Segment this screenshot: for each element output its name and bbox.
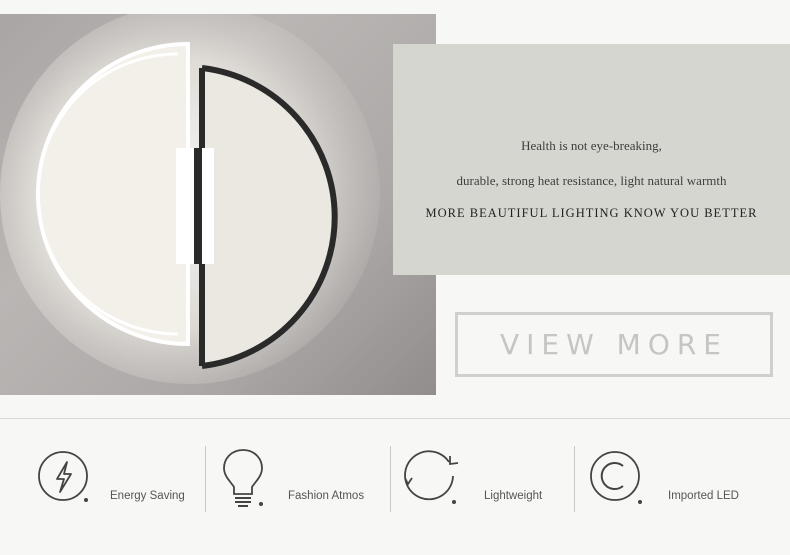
wall-lamp-image [0,14,380,384]
feature-label-imported-led: Imported LED [668,490,739,502]
feature-label-fashion: Fashion Atmos [288,490,365,502]
description-panel: Health is not eye-breaking, durable, str… [393,44,790,275]
lightbulb-icon [222,448,268,513]
description-line-1: Health is not eye-breaking, [521,138,662,153]
feature-separator [574,446,575,512]
feature-label-lightweight: Lightweight [484,490,543,502]
description-line-2: durable, strong heat resistance, light n… [456,173,727,188]
refresh-icon [401,450,461,511]
product-photo [0,14,436,395]
feature-label-energy: Energy Saving [110,490,185,502]
view-more-label: VIEW MORE [499,328,729,361]
feature-separator [390,446,391,512]
feature-separator [205,446,206,512]
copyright-icon [589,450,645,511]
section-divider [0,418,790,419]
tagline: MORE BEAUTIFUL LIGHTING KNOW YOU BETTER [425,206,758,220]
feature-bar: Energy Saving Fashion Atmos Lightweight … [0,440,790,520]
lightning-icon [37,450,93,511]
view-more-button[interactable]: VIEW MORE [455,312,773,377]
